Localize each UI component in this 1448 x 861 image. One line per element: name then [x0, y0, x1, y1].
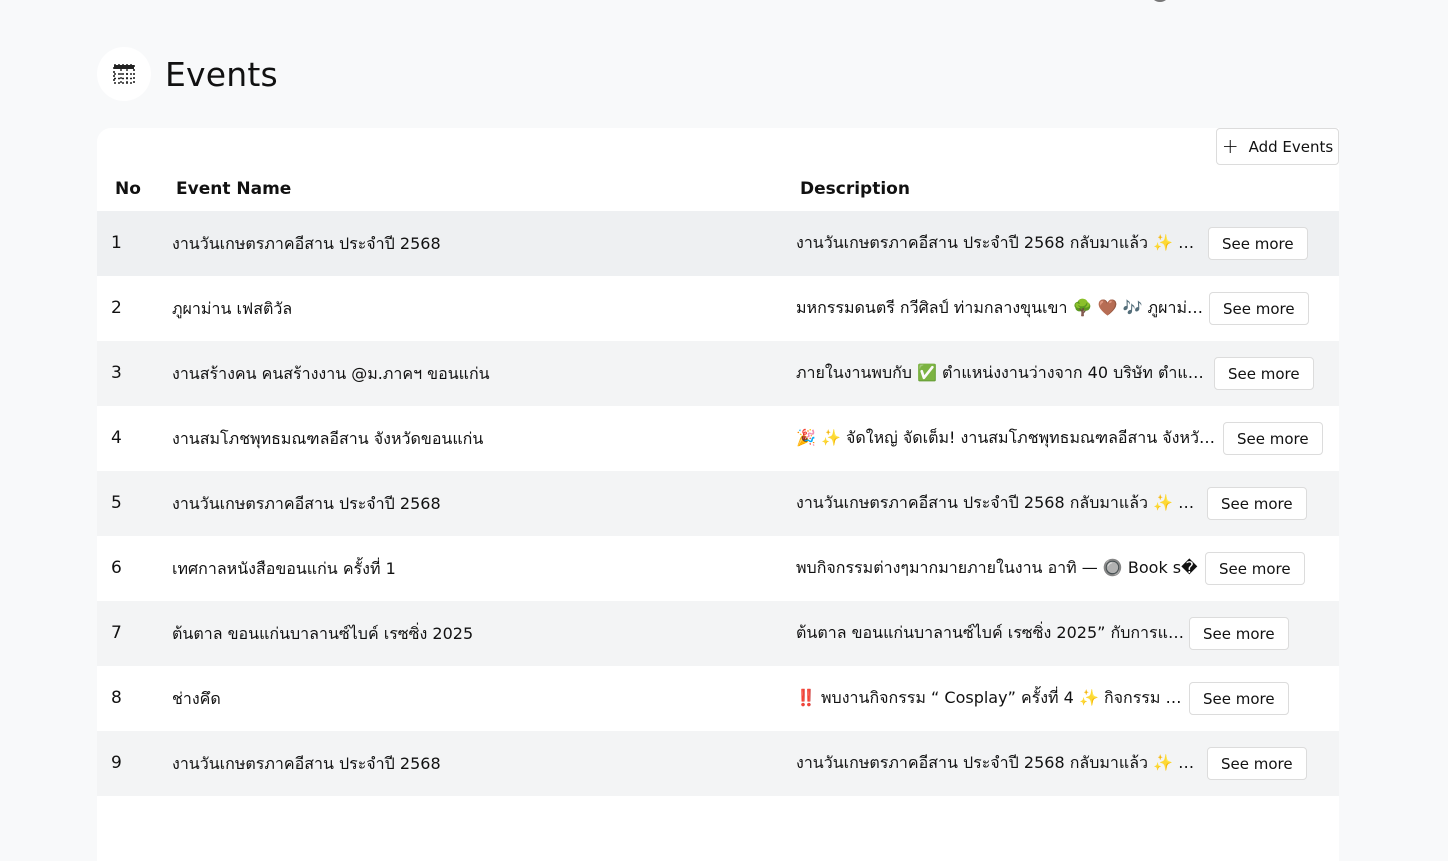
- table-row: 4 งานสมโภชพุทธมณฑลอีสาน จังหวัดขอนแก่น 🎉…: [97, 406, 1339, 471]
- table-body: 1 งานวันเกษตรภาคอีสาน ประจำปี 2568 งานวั…: [97, 211, 1339, 861]
- event-name: งานวันเกษตรภาคอีสาน ประจำปี 2568: [172, 494, 441, 513]
- event-description: 🎉 ✨ จัดใหญ่ จัดเต็ม! งานสมโภชพุทธมณฑลอีส…: [796, 428, 1219, 447]
- column-header-no: No: [115, 179, 141, 199]
- event-name: ภูผาม่าน เฟสติวัล: [172, 299, 293, 318]
- events-table-card: + Add Events No Event Name Description 1…: [97, 128, 1339, 861]
- table-row: 3 งานสร้างคน คนสร้างงาน @ม.ภาคฯ ขอนแก่น …: [97, 341, 1339, 406]
- row-number: 2: [111, 298, 122, 318]
- table-row: 8 ช่างคึด ‼️ พบงานกิจกรรม “ Cosplay” ครั…: [97, 666, 1339, 731]
- row-number: 9: [111, 753, 122, 773]
- avatar-edge: [1150, 0, 1170, 2]
- page-title: Events: [165, 54, 278, 94]
- table-icon: [97, 47, 151, 101]
- table-row: [97, 796, 1339, 861]
- see-more-button[interactable]: See more: [1223, 422, 1323, 455]
- row-number: 7: [111, 623, 122, 643]
- table-row: 6 เทศกาลหนังสือขอนแก่น ครั้งที่ 1 พบกิจก…: [97, 536, 1339, 601]
- add-events-button[interactable]: + Add Events: [1216, 128, 1339, 165]
- see-more-button[interactable]: See more: [1205, 552, 1305, 585]
- page-header: Events: [97, 47, 278, 101]
- table-row: 1 งานวันเกษตรภาคอีสาน ประจำปี 2568 งานวั…: [97, 211, 1339, 276]
- event-description: งานวันเกษตรภาคอีสาน ประจำปี 2568 กลับมาแ…: [796, 233, 1204, 252]
- table-row: 9 งานวันเกษตรภาคอีสาน ประจำปี 2568 งานวั…: [97, 731, 1339, 796]
- event-name: ต้นตาล ขอนแก่นบาลานซ์ไบค์ เรซซิ่ง 2025: [172, 624, 474, 643]
- event-description: ภายในงานพบกับ ✅ ตำแหน่งงานว่างจาก 40 บริ…: [796, 363, 1210, 382]
- see-more-button[interactable]: See more: [1208, 227, 1308, 260]
- see-more-button[interactable]: See more: [1214, 357, 1314, 390]
- row-number: 8: [111, 688, 122, 708]
- row-number: 4: [111, 428, 122, 448]
- event-description: มหกรรมดนตรี กวีศิลป์ ท่ามกลางขุนเขา 🌳 🤎 …: [796, 298, 1205, 317]
- event-name: งานสมโภชพุทธมณฑลอีสาน จังหวัดขอนแก่น: [172, 429, 484, 448]
- see-more-button[interactable]: See more: [1189, 682, 1289, 715]
- event-description: ‼️ พบงานกิจกรรม “ Cosplay” ครั้งที่ 4 ✨ …: [796, 688, 1185, 707]
- event-description: ต้นตาล ขอนแก่นบาลานซ์ไบค์ เรซซิ่ง 2025” …: [796, 623, 1185, 642]
- event-description: งานวันเกษตรภาคอีสาน ประจำปี 2568 กลับมาแ…: [796, 493, 1203, 512]
- row-number: 5: [111, 493, 122, 513]
- event-name: ช่างคึด: [172, 689, 221, 708]
- table-row: 5 งานวันเกษตรภาคอีสาน ประจำปี 2568 งานวั…: [97, 471, 1339, 536]
- see-more-button[interactable]: See more: [1207, 487, 1307, 520]
- plus-icon: +: [1221, 133, 1239, 158]
- see-more-button[interactable]: See more: [1189, 617, 1289, 650]
- table-row: 2 ภูผาม่าน เฟสติวัล มหกรรมดนตรี กวีศิลป์…: [97, 276, 1339, 341]
- row-number: 1: [111, 233, 122, 253]
- event-name: งานวันเกษตรภาคอีสาน ประจำปี 2568: [172, 234, 441, 253]
- see-more-button[interactable]: See more: [1209, 292, 1309, 325]
- event-name: งานสร้างคน คนสร้างงาน @ม.ภาคฯ ขอนแก่น: [172, 364, 490, 383]
- add-events-label: Add Events: [1248, 137, 1334, 156]
- table-header: No Event Name Description: [97, 173, 1339, 211]
- event-description: พบกิจกรรมต่างๆมากมายภายในงาน อาทิ — 🔘 Bo…: [796, 558, 1198, 577]
- table-row: 7 ต้นตาล ขอนแก่นบาลานซ์ไบค์ เรซซิ่ง 2025…: [97, 601, 1339, 666]
- column-header-description: Description: [800, 179, 910, 199]
- see-more-button[interactable]: See more: [1207, 747, 1307, 780]
- event-name: เทศกาลหนังสือขอนแก่น ครั้งที่ 1: [172, 559, 396, 578]
- event-description: งานวันเกษตรภาคอีสาน ประจำปี 2568 กลับมาแ…: [796, 753, 1203, 772]
- row-number: 3: [111, 363, 122, 383]
- event-name: งานวันเกษตรภาคอีสาน ประจำปี 2568: [172, 754, 441, 773]
- row-number: 6: [111, 558, 122, 578]
- column-header-event-name: Event Name: [176, 179, 292, 199]
